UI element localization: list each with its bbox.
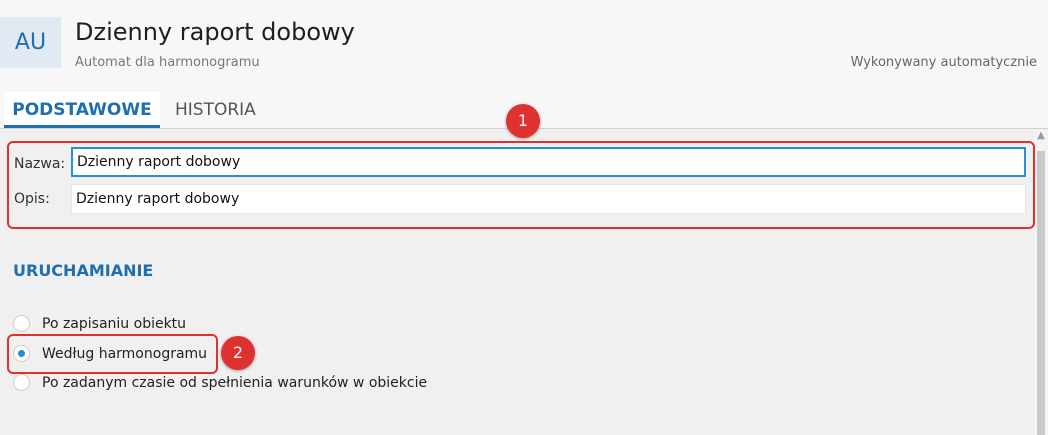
radio-button[interactable] [13,315,30,332]
callout-badge-1: 1 [506,104,540,138]
radio-button[interactable] [13,374,30,391]
callout-highlight-schedule-option [7,334,218,374]
object-type-avatar: AU [0,17,61,68]
radio-option-after-save[interactable]: Po zapisaniu obiektu [13,314,213,334]
section-title-launch: URUCHAMIANIE [13,261,154,280]
callout-highlight-fields [7,141,1035,229]
execution-status: Wykonywany automatycznie [850,55,1037,70]
scroll-thumb[interactable] [1037,151,1045,435]
tab-historia[interactable]: HISTORIA [175,92,256,128]
radio-label: Po zapisaniu obiektu [42,316,187,332]
page-title: Dzienny raport dobowy [75,18,355,46]
vertical-scrollbar[interactable]: ▲ [1034,129,1048,435]
object-header: AU Dzienny raport dobowy Automat dla har… [0,0,1048,92]
scroll-up-arrow-icon[interactable]: ▲ [1034,129,1048,143]
radio-option-after-condition-time[interactable]: Po zadanym czasie od spełnienia warunków… [13,373,433,393]
radio-label: Po zadanym czasie od spełnienia warunków… [42,375,428,391]
callout-badge-2: 2 [221,336,255,370]
page-subtitle: Automat dla harmonogramu [75,55,260,70]
tab-podstawowe[interactable]: PODSTAWOWE [4,92,160,128]
